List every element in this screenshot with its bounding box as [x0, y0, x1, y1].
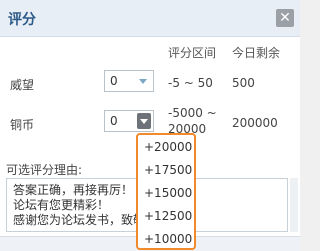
prestige-range: -5 ~ 50 — [168, 76, 213, 90]
dropdown-option[interactable]: +12500 — [144, 209, 192, 223]
dialog-header: 评分 ✕ — [0, 0, 300, 37]
dialog-title: 评分 — [8, 12, 36, 28]
dropdown-option[interactable]: +10000 — [144, 232, 192, 246]
copper-remain: 200000 — [232, 116, 278, 130]
rating-dialog: 评分 ✕ 评分区间 今日剩余 威望 0 -5 ~ 50 500 铜币 0 -50… — [0, 0, 300, 251]
copper-select[interactable]: 0 — [104, 110, 154, 132]
row-label-prestige: 威望 — [10, 78, 35, 92]
dropdown-arrow-icon[interactable] — [137, 113, 151, 129]
row-label-copper: 铜币 — [10, 118, 35, 132]
prestige-remain: 500 — [232, 76, 255, 90]
prestige-select[interactable]: 0 — [104, 70, 154, 92]
close-icon[interactable]: ✕ — [276, 9, 294, 27]
column-header-range: 评分区间 — [168, 46, 217, 60]
copper-range-line1: -5000 ~ — [168, 106, 217, 120]
copper-dropdown-list: +20000 +17500 +15000 +12500 +10000 — [136, 133, 196, 250]
reason-label: 可选评分理由: — [6, 163, 83, 177]
dropdown-option[interactable]: +17500 — [144, 163, 192, 177]
prestige-select-value: 0 — [110, 74, 118, 88]
dropdown-option[interactable]: +20000 — [144, 140, 192, 154]
column-header-remain: 今日剩余 — [232, 46, 281, 60]
reason-scrollbar[interactable] — [290, 178, 298, 232]
copper-select-value: 0 — [110, 114, 118, 128]
chevron-down-icon — [139, 79, 147, 84]
dropdown-option[interactable]: +15000 — [144, 186, 192, 200]
